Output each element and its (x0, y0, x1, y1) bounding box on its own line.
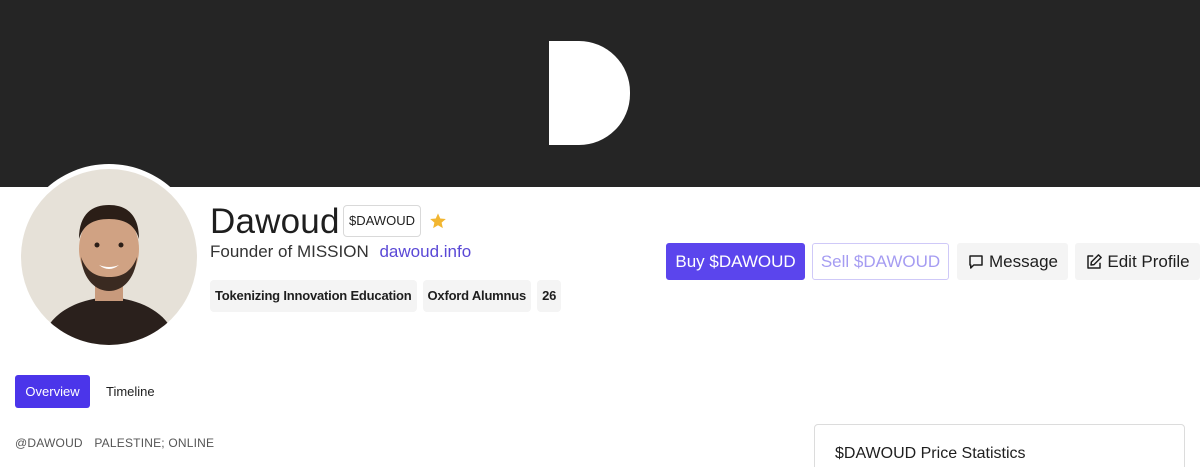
website-link[interactable]: dawoud.info (379, 242, 471, 261)
profile-name: Dawoud (210, 202, 340, 241)
buy-button[interactable]: Buy $DAWOUD (666, 243, 805, 280)
avatar[interactable] (16, 164, 202, 350)
profile-banner (0, 0, 1200, 187)
profile-location: PALESTINE; ONLINE (94, 436, 215, 450)
tag-item: Tokenizing Innovation Education (210, 280, 417, 312)
edit-profile-button[interactable]: Edit Profile (1075, 243, 1200, 280)
tag-item: 26 (537, 280, 562, 312)
sell-button[interactable]: Sell $DAWOUD (812, 243, 949, 280)
profile-meta: @DAWOUD PALESTINE; ONLINE (15, 436, 214, 450)
ticker-badge: $DAWOUD (343, 205, 421, 237)
d-logo-icon (549, 41, 630, 145)
edit-profile-button-label: Edit Profile (1107, 252, 1190, 271)
price-statistics-card: $DAWOUD Price Statistics (814, 424, 1185, 467)
tab-overview[interactable]: Overview (15, 375, 90, 408)
message-button-label: Message (989, 252, 1058, 271)
avatar-photo (21, 169, 197, 345)
chat-bubble-icon (969, 254, 983, 269)
edit-icon (1087, 253, 1103, 269)
tag-item: Oxford Alumnus (422, 280, 532, 312)
star-icon[interactable] (429, 212, 447, 230)
profile-subtitle: Founder of MISSION dawoud.info (210, 242, 471, 262)
profile-tags: Tokenizing Innovation Education Oxford A… (210, 280, 562, 312)
message-button[interactable]: Message (957, 243, 1068, 280)
tab-timeline[interactable]: Timeline (106, 375, 155, 408)
profile-handle: @DAWOUD (15, 436, 83, 450)
price-statistics-title: $DAWOUD Price Statistics (835, 445, 1026, 462)
profile-title: Founder of MISSION (210, 242, 369, 261)
